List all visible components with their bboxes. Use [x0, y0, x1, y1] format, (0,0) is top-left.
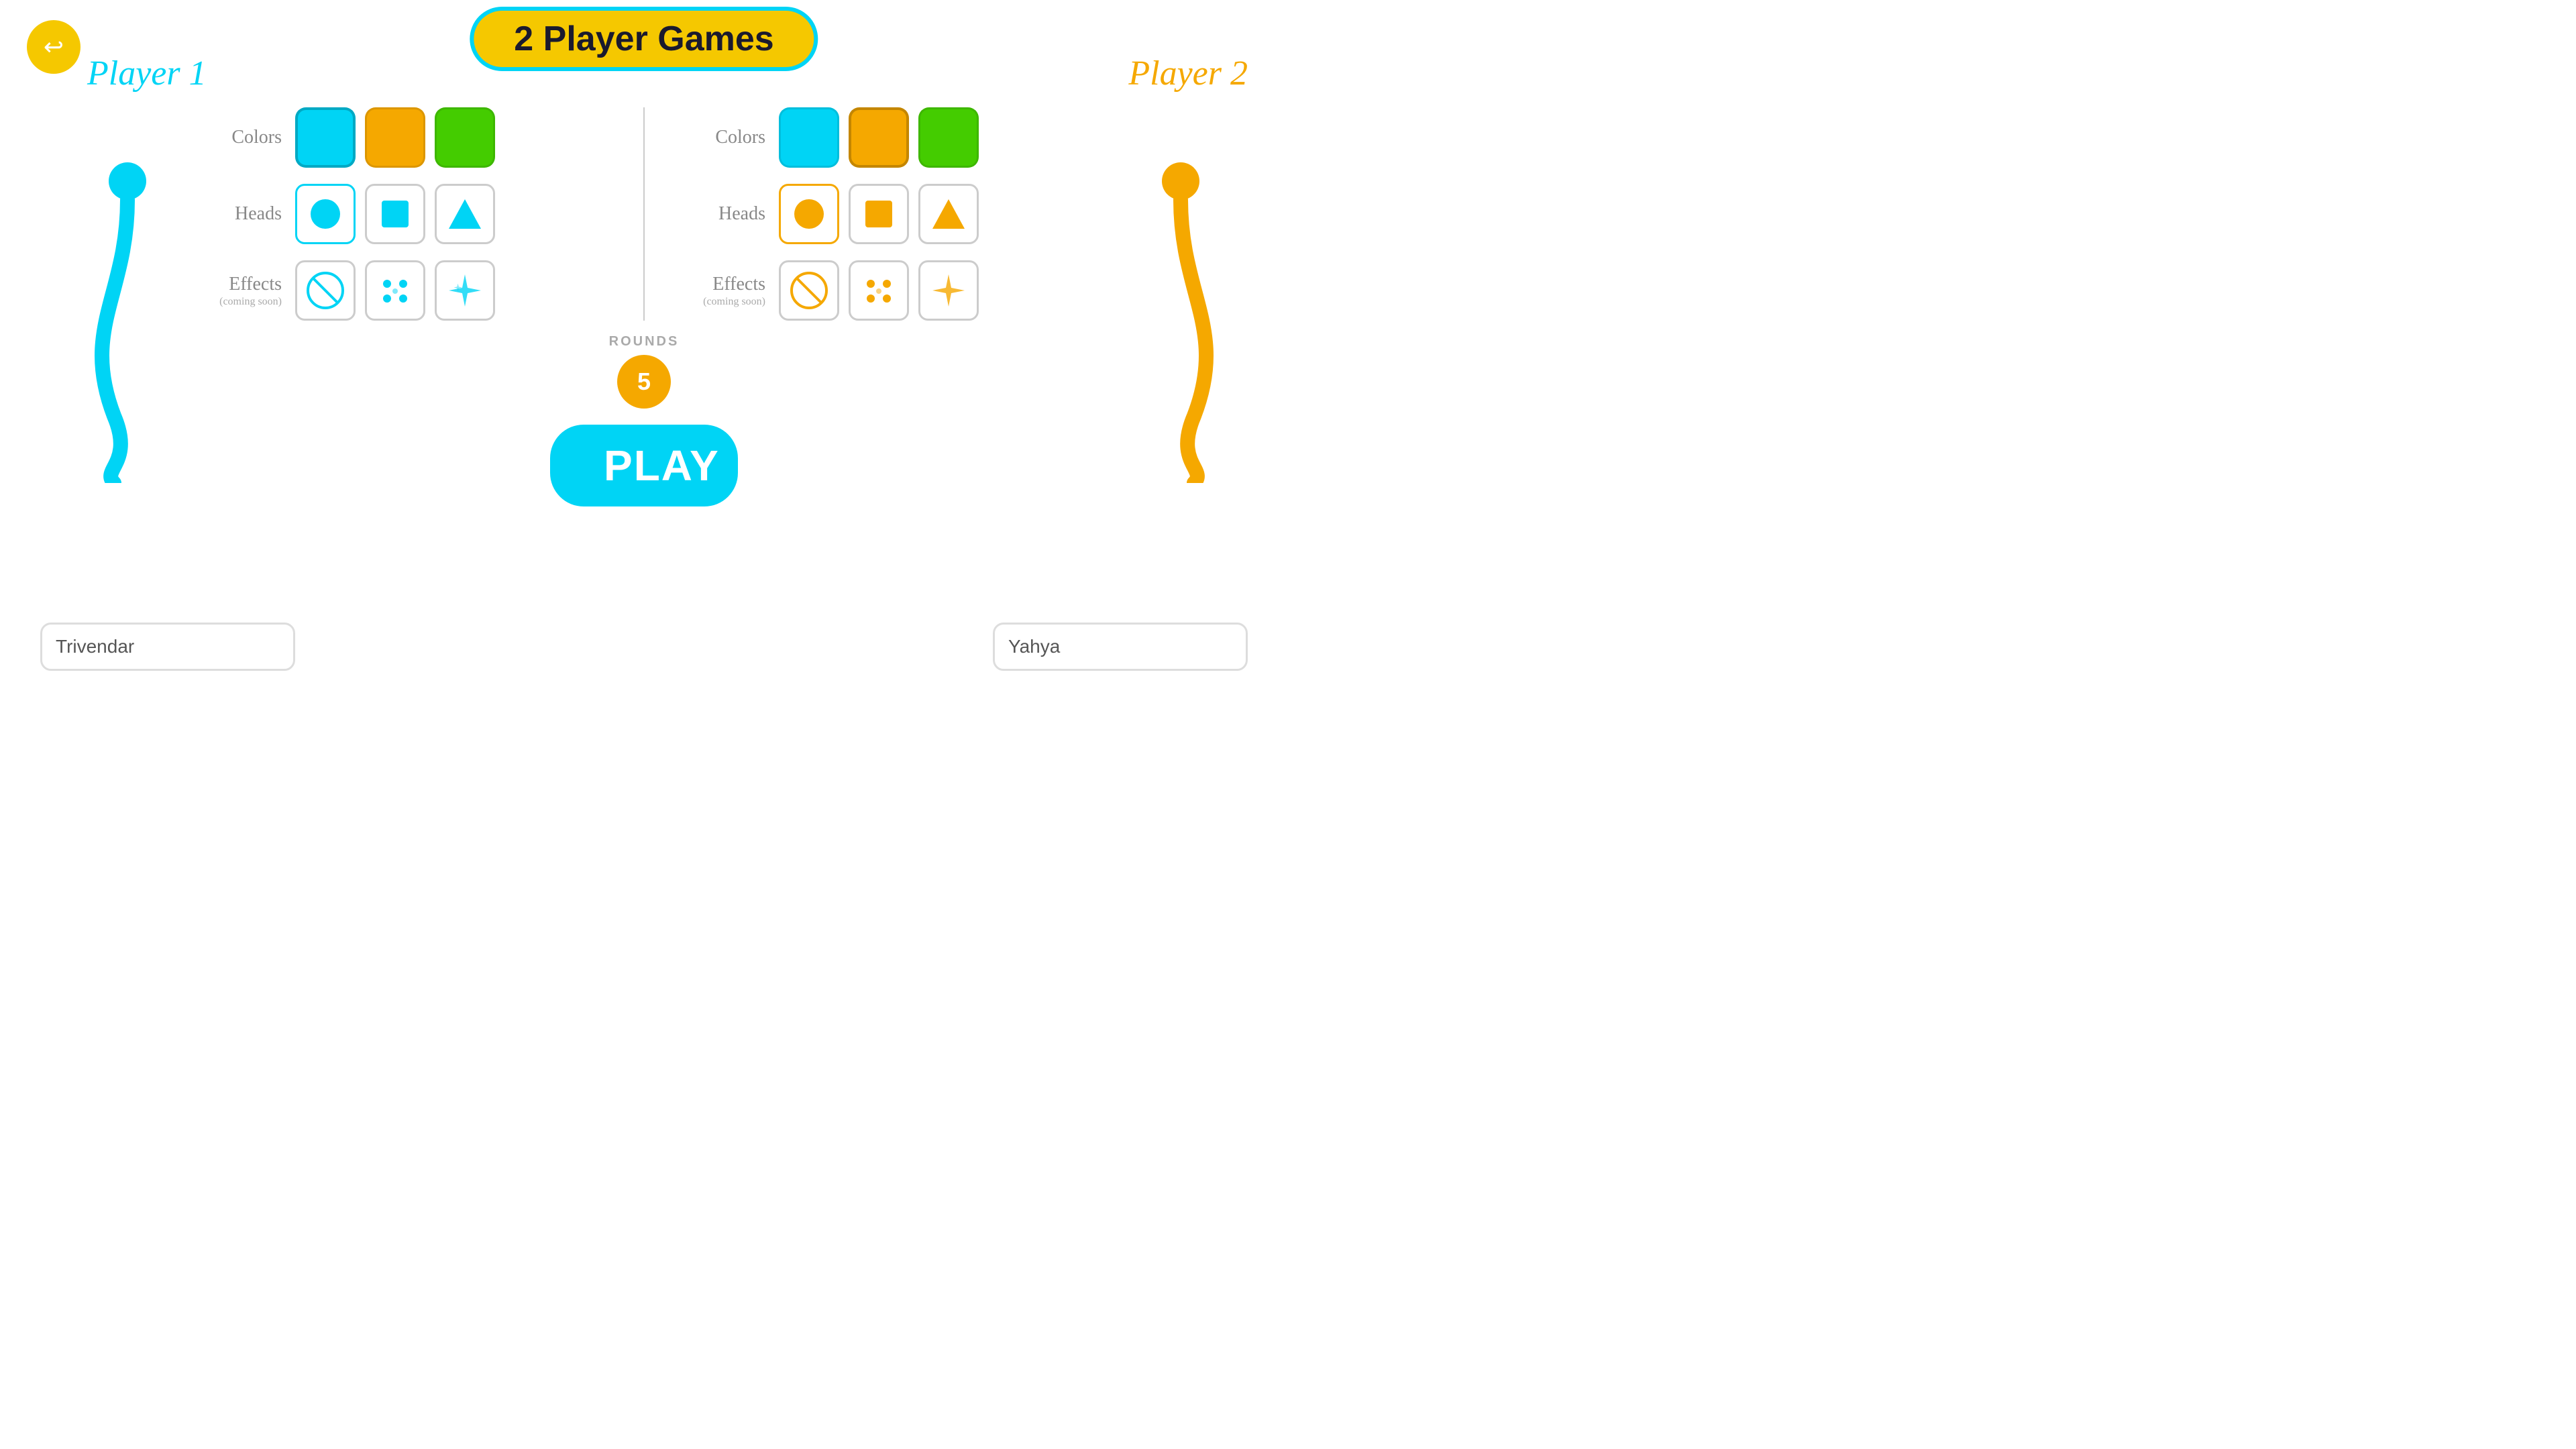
snake-orange-decoration — [1140, 161, 1248, 483]
rounds-section: ROUNDS 5 PLAY — [550, 334, 738, 506]
player2-effects-row: Effects (coming soon) — [685, 260, 1087, 321]
circle-head-icon — [305, 194, 345, 234]
player2-effect-options — [779, 260, 979, 321]
player1-head-square[interactable] — [365, 184, 425, 244]
player1-heads-label: Heads — [201, 203, 282, 225]
no-effect-icon-p2 — [788, 269, 830, 312]
player2-name-input[interactable] — [993, 623, 1248, 671]
triangle-head-icon — [445, 194, 485, 234]
player1-effect-none[interactable] — [295, 260, 356, 321]
dots-effect-icon — [374, 269, 417, 312]
dots-effect-icon-p2 — [857, 269, 900, 312]
triangle-head-icon-p2 — [928, 194, 969, 234]
rounds-circle[interactable]: 5 — [617, 355, 671, 409]
snake-blue-decoration — [60, 161, 168, 483]
player1-head-circle[interactable] — [295, 184, 356, 244]
player2-effects-label: Effects (coming soon) — [685, 273, 765, 309]
player1-name-input[interactable] — [40, 623, 295, 671]
player2-effect-dots[interactable] — [849, 260, 909, 321]
player2-head-triangle[interactable] — [918, 184, 979, 244]
circle-head-icon-p2 — [789, 194, 829, 234]
player1-label: Player 1 — [87, 54, 207, 93]
player1-heads-row: Heads — [201, 184, 603, 244]
rounds-label: ROUNDS — [609, 334, 680, 350]
play-button[interactable]: PLAY — [550, 425, 738, 506]
player1-effects-label: Effects (coming soon) — [201, 273, 282, 309]
back-button[interactable]: ↩ — [27, 20, 80, 74]
player1-color-options — [295, 107, 495, 168]
player2-head-options — [779, 184, 979, 244]
player2-color-blue[interactable] — [779, 107, 839, 168]
play-label: PLAY — [604, 441, 720, 490]
player2-colors-row: Colors — [685, 107, 1087, 168]
player1-color-orange[interactable] — [365, 107, 425, 168]
player2-label: Player 2 — [1128, 54, 1248, 93]
player2-colors-label: Colors — [685, 127, 765, 148]
players-grid: Colors Heads — [174, 107, 1114, 321]
back-arrow-icon: ↩ — [44, 33, 64, 61]
player1-color-blue[interactable] — [295, 107, 356, 168]
player1-colors-label: Colors — [201, 127, 282, 148]
sparkle-effect-icon-p2 — [927, 269, 970, 312]
player1-effect-options — [295, 260, 495, 321]
player1-head-triangle[interactable] — [435, 184, 495, 244]
no-effect-icon — [304, 269, 347, 312]
player2-color-green[interactable] — [918, 107, 979, 168]
player1-colors-row: Colors — [201, 107, 603, 168]
square-head-icon — [375, 194, 415, 234]
player2-head-circle[interactable] — [779, 184, 839, 244]
square-head-icon-p2 — [859, 194, 899, 234]
rounds-value: 5 — [637, 368, 651, 396]
player1-color-green[interactable] — [435, 107, 495, 168]
player1-section: Colors Heads — [174, 107, 645, 321]
header-title: 2 Player Games — [514, 19, 773, 59]
player2-effect-sparkle[interactable] — [918, 260, 979, 321]
player2-color-orange[interactable] — [849, 107, 909, 168]
player2-effect-none[interactable] — [779, 260, 839, 321]
player1-head-options — [295, 184, 495, 244]
player2-heads-label: Heads — [685, 203, 765, 225]
header-banner: 2 Player Games — [470, 7, 818, 71]
player2-head-square[interactable] — [849, 184, 909, 244]
player2-color-options — [779, 107, 979, 168]
player1-effect-sparkle[interactable] — [435, 260, 495, 321]
sparkle-effect-icon — [443, 269, 486, 312]
player2-heads-row: Heads — [685, 184, 1087, 244]
player1-effects-row: Effects (coming soon) — [201, 260, 603, 321]
main-content: Colors Heads — [174, 107, 1114, 506]
player2-section: Colors Heads — [645, 107, 1114, 321]
player1-effect-dots[interactable] — [365, 260, 425, 321]
